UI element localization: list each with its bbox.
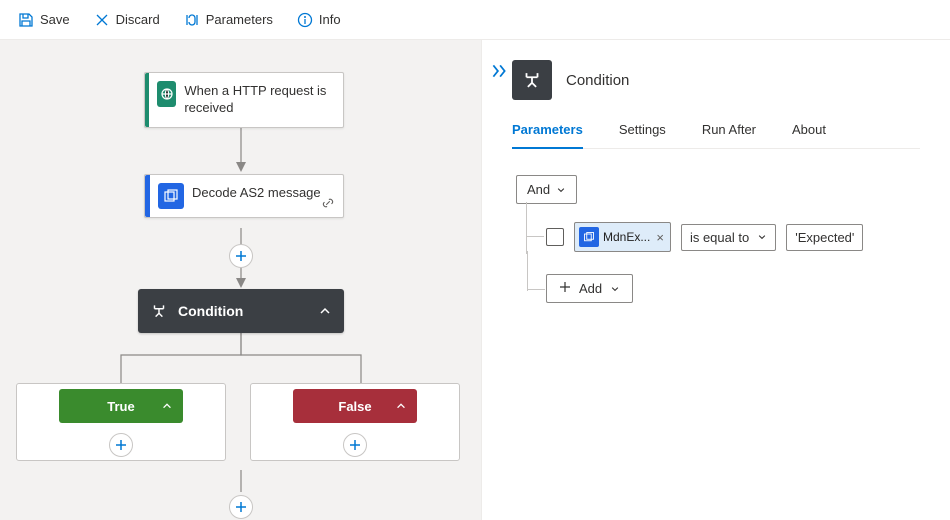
add-step-bottom-button[interactable] xyxy=(229,495,253,519)
token-label: MdnEx... xyxy=(603,230,650,244)
tab-about[interactable]: About xyxy=(792,122,826,148)
discard-button[interactable]: Discard xyxy=(84,6,170,34)
value-text: 'Expected' xyxy=(795,230,854,245)
save-label: Save xyxy=(40,12,70,27)
designer-canvas[interactable]: When a HTTP request is received Decode A… xyxy=(0,40,482,520)
logic-operator-label: And xyxy=(527,182,550,197)
token-source-icon xyxy=(579,227,599,247)
add-label: Add xyxy=(579,281,602,296)
save-button[interactable]: Save xyxy=(8,6,80,34)
condition-row: MdnEx... × is equal to 'Expected' xyxy=(546,222,920,252)
false-branch[interactable]: False xyxy=(250,383,460,461)
chevron-up-icon xyxy=(161,400,173,412)
condition-icon xyxy=(150,302,168,320)
chevron-up-icon xyxy=(395,400,407,412)
tab-settings[interactable]: Settings xyxy=(619,122,666,148)
tab-parameters[interactable]: Parameters xyxy=(512,122,583,149)
operand-token[interactable]: MdnEx... × xyxy=(574,222,671,252)
chevron-down-icon xyxy=(757,232,767,242)
parameters-button[interactable]: Parameters xyxy=(174,6,283,34)
add-action-true-button[interactable] xyxy=(109,433,133,457)
condition-expression: And MdnEx... × is equal to xyxy=(512,175,920,303)
tab-run-after[interactable]: Run After xyxy=(702,122,756,148)
add-condition-button[interactable]: Add xyxy=(546,274,633,303)
comparison-operator-dropdown[interactable]: is equal to xyxy=(681,224,776,251)
toolbar: Save Discard Parameters Info xyxy=(0,0,950,40)
info-label: Info xyxy=(319,12,341,27)
operator-label: is equal to xyxy=(690,230,749,245)
info-button[interactable]: Info xyxy=(287,6,351,34)
link-icon xyxy=(321,196,335,213)
false-branch-header[interactable]: False xyxy=(293,389,417,423)
trigger-node-http[interactable]: When a HTTP request is received xyxy=(144,72,344,128)
token-remove-button[interactable]: × xyxy=(654,230,666,245)
parameters-label: Parameters xyxy=(206,12,273,27)
chevron-up-icon xyxy=(318,304,332,318)
parameters-icon xyxy=(184,12,200,28)
decode-icon xyxy=(158,183,184,209)
info-icon xyxy=(297,12,313,28)
node-label: Decode AS2 message xyxy=(184,175,333,212)
save-icon xyxy=(18,12,34,28)
condition-label: Condition xyxy=(178,303,243,319)
node-accent xyxy=(145,73,149,127)
row-checkbox[interactable] xyxy=(546,228,564,246)
discard-icon xyxy=(94,12,110,28)
true-branch-header[interactable]: True xyxy=(59,389,183,423)
http-icon xyxy=(157,81,177,107)
collapse-panel-button[interactable] xyxy=(490,62,508,83)
true-branch[interactable]: True xyxy=(16,383,226,461)
chevron-down-icon xyxy=(556,185,566,195)
details-panel: Condition Parameters Settings Run After … xyxy=(482,40,950,520)
plus-icon xyxy=(559,281,571,296)
logic-operator-dropdown[interactable]: And xyxy=(516,175,577,204)
panel-tabs: Parameters Settings Run After About xyxy=(512,122,920,149)
action-node-decode-as2[interactable]: Decode AS2 message xyxy=(144,174,344,218)
node-label: When a HTTP request is received xyxy=(176,73,343,127)
true-label: True xyxy=(107,399,134,414)
value-input[interactable]: 'Expected' xyxy=(786,224,863,251)
panel-icon xyxy=(512,60,552,100)
discard-label: Discard xyxy=(116,12,160,27)
condition-node[interactable]: Condition xyxy=(138,289,344,333)
insert-step-button[interactable] xyxy=(229,244,253,268)
node-accent xyxy=(145,175,150,217)
add-action-false-button[interactable] xyxy=(343,433,367,457)
false-label: False xyxy=(338,399,371,414)
panel-title: Condition xyxy=(566,72,629,89)
chevron-down-icon xyxy=(610,284,620,294)
